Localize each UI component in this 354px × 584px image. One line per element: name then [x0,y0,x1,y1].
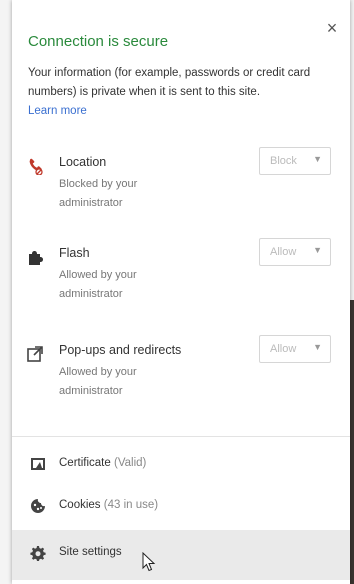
puzzle-icon [29,251,43,265]
cookies-status: (43 in use) [103,499,159,511]
section-divider [12,436,350,437]
site-settings-row[interactable]: Site settings [12,530,350,580]
certificate-status: (Valid) [113,457,147,469]
popups-select[interactable]: Allow ▼ [259,335,331,363]
learn-more-link[interactable]: Learn more [28,105,87,117]
permission-location: Location Blocked by your administrator B… [12,147,350,235]
certificate-label: Certificate (Valid) [59,457,147,469]
select-value: Allow [270,246,297,258]
permission-status: Allowed by your administrator [59,269,137,300]
permission-status: Allowed by your administrator [59,366,137,397]
chevron-down-icon: ▼ [313,245,322,255]
gear-icon [30,546,46,561]
select-value: Allow [270,343,297,355]
permission-name: Pop-ups and redirects [59,343,182,357]
permission-flash: Flash Allowed by your administrator Allo… [12,238,350,326]
permission-popups: Pop-ups and redirects Allowed by your ad… [12,335,350,423]
close-button[interactable]: × [322,18,342,38]
popup-icon [27,346,43,362]
chevron-down-icon: ▼ [313,342,322,352]
location-icon [29,158,43,175]
chevron-down-icon: ▼ [313,154,322,164]
cookies-label: Cookies (43 in use) [59,499,159,511]
select-value: Block [270,155,297,167]
permission-name: Flash [59,246,90,260]
site-info-popup: × Connection is secure Your information … [12,0,350,584]
flash-select[interactable]: Allow ▼ [259,238,331,266]
certificate-row[interactable]: Certificate (Valid) [12,444,350,486]
location-select[interactable]: Block ▼ [259,147,331,175]
permission-status: Blocked by your administrator [59,178,138,209]
cookie-icon [31,499,45,513]
cookies-row[interactable]: Cookies (43 in use) [12,486,350,528]
connection-description: Your information (for example, passwords… [28,67,311,98]
certificate-icon [31,458,45,470]
connection-status-title: Connection is secure [28,33,169,50]
site-settings-label: Site settings [59,546,122,558]
mouse-cursor-icon [142,552,156,572]
permission-name: Location [59,155,107,169]
